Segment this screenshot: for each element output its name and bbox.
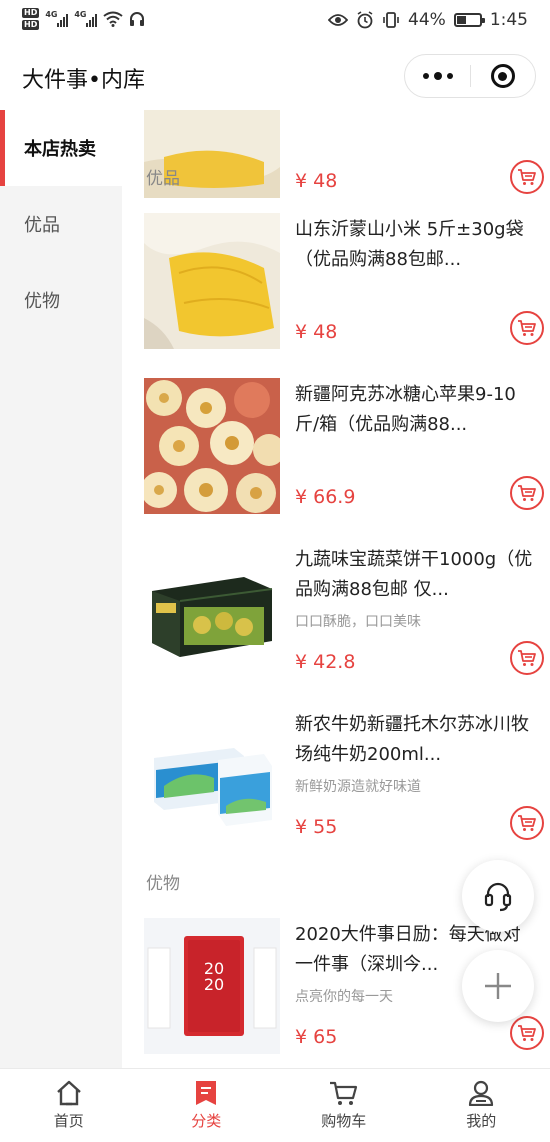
wifi-icon — [103, 11, 123, 27]
profile-icon — [469, 1080, 494, 1106]
dot-icon — [433, 72, 442, 80]
nav-header: 大件事•内库 — [0, 44, 550, 110]
dot-icon — [422, 73, 429, 79]
svg-text:20: 20 — [204, 975, 224, 994]
add-to-cart-button[interactable] — [510, 160, 544, 194]
more-menu-button[interactable] — [405, 72, 470, 80]
status-left: HD HD 4G 4G — [22, 8, 145, 30]
tab-label: 分类 — [191, 1112, 222, 1130]
cart-icon — [329, 1081, 357, 1105]
product-image-milk — [144, 708, 280, 844]
sidebar-item-label: 优品 — [24, 215, 60, 236]
close-mini-program-button[interactable] — [471, 64, 535, 88]
product-description: 新鲜奶源造就好味道 — [295, 779, 421, 795]
add-to-cart-button[interactable] — [510, 476, 544, 510]
product-price: ¥ 42.8 — [295, 651, 356, 673]
sidebar-item-label: 优物 — [24, 291, 60, 312]
product-price: ¥ 65 — [295, 1026, 338, 1048]
product-image-apple — [144, 378, 280, 514]
status-right: 44% 1:45 — [328, 10, 528, 30]
hd-badge-2: HD — [22, 20, 40, 30]
sidebar-item-youwu[interactable]: 优物 — [0, 262, 122, 338]
home-icon — [56, 1080, 81, 1106]
headphone-status-icon — [130, 12, 145, 26]
product-name: 山东沂蒙山小米 5斤±30g袋（优品购满88包邮... — [295, 219, 524, 270]
product-price: ¥ 48 — [295, 321, 338, 343]
cart-icon — [518, 169, 536, 185]
category-icon — [196, 1081, 217, 1105]
tab-label: 首页 — [53, 1112, 84, 1130]
product-price: ¥ 55 — [295, 816, 338, 838]
tab-category[interactable]: 分类 — [138, 1069, 276, 1142]
tab-cart[interactable]: 购物车 — [275, 1069, 413, 1142]
product-price: ¥ 66.9 — [295, 486, 356, 508]
battery-percent: 44% — [408, 10, 446, 30]
sidebar-item-hot[interactable]: 本店热卖 — [0, 110, 122, 186]
add-to-cart-button[interactable] — [510, 1016, 544, 1050]
product-card[interactable]: 新疆阿克苏冰糖心苹果9-10斤/箱（优品购满88... ¥ 66.9 — [144, 378, 544, 514]
cart-icon — [518, 1025, 536, 1041]
section-title-youwu: 优物 — [146, 874, 180, 894]
add-to-cart-button[interactable] — [510, 806, 544, 840]
signal-label-1: 4G — [45, 10, 58, 19]
vibrate-icon — [383, 12, 399, 28]
tab-label: 购物车 — [321, 1112, 367, 1130]
clock-time: 1:45 — [489, 10, 528, 30]
tab-home[interactable]: 首页 — [0, 1069, 138, 1142]
customer-service-button[interactable] — [462, 860, 534, 932]
product-name: 新农牛奶新疆托木尔苏冰川牧场纯牛奶200ml... — [295, 714, 529, 765]
dot-icon — [446, 73, 453, 79]
product-name: 新疆阿克苏冰糖心苹果9-10斤/箱（优品购满88... — [295, 384, 516, 435]
sidebar-item-label: 本店热卖 — [24, 139, 96, 160]
product-description: 口口酥脆，口口美味 — [295, 614, 421, 630]
add-to-cart-button[interactable] — [510, 641, 544, 675]
eye-icon — [328, 14, 349, 26]
product-image-calendar: 20 20 — [144, 918, 280, 1054]
mini-program-capsule — [404, 54, 536, 98]
category-sidebar: 本店热卖 优品 优物 — [0, 110, 122, 1068]
product-card-partial[interactable]: ¥ 48 — [144, 110, 544, 198]
battery-icon — [453, 13, 485, 27]
product-description: 点亮你的每一天 — [295, 989, 393, 1005]
signal-icon-1: 4G — [45, 10, 69, 27]
cart-icon — [518, 650, 536, 666]
expand-plus-button[interactable] — [462, 950, 534, 1022]
section-title-youpin: 优品 — [146, 169, 180, 189]
alarm-icon — [357, 11, 373, 29]
cart-icon — [518, 815, 536, 831]
add-to-cart-button[interactable] — [510, 311, 544, 345]
sidebar-item-youpin[interactable]: 优品 — [0, 186, 122, 262]
tab-profile[interactable]: 我的 — [413, 1069, 550, 1142]
product-card[interactable]: 山东沂蒙山小米 5斤±30g袋（优品购满88包邮... ¥ 48 — [144, 213, 544, 349]
plus-icon — [485, 973, 511, 999]
cart-icon — [518, 485, 536, 501]
product-image-millet — [144, 213, 280, 349]
cart-icon — [518, 320, 536, 336]
product-card[interactable]: 新农牛奶新疆托木尔苏冰川牧场纯牛奶200ml... 新鲜奶源造就好味道 ¥ 55 — [144, 708, 544, 844]
product-price: ¥ 48 — [295, 170, 338, 192]
target-icon — [490, 64, 515, 88]
status-bar: HD HD 4G 4G 44% 1:45 — [0, 0, 550, 44]
product-name: 九蔬味宝蔬菜饼干1000g（优品购满88包邮 仅... — [295, 549, 533, 600]
signal-icon-2: 4G — [74, 10, 98, 27]
hd-badge-1: HD — [22, 8, 40, 18]
bottom-tab-bar: 首页 分类 购物车 我的 — [0, 1068, 550, 1142]
product-image-biscuit — [144, 543, 280, 679]
tab-label: 我的 — [466, 1112, 497, 1130]
page-title: 大件事•内库 — [22, 68, 145, 93]
headset-icon — [484, 882, 512, 912]
signal-label-2: 4G — [74, 10, 87, 19]
product-card[interactable]: 九蔬味宝蔬菜饼干1000g（优品购满88包邮 仅... 口口酥脆，口口美味 ¥ … — [144, 543, 544, 679]
